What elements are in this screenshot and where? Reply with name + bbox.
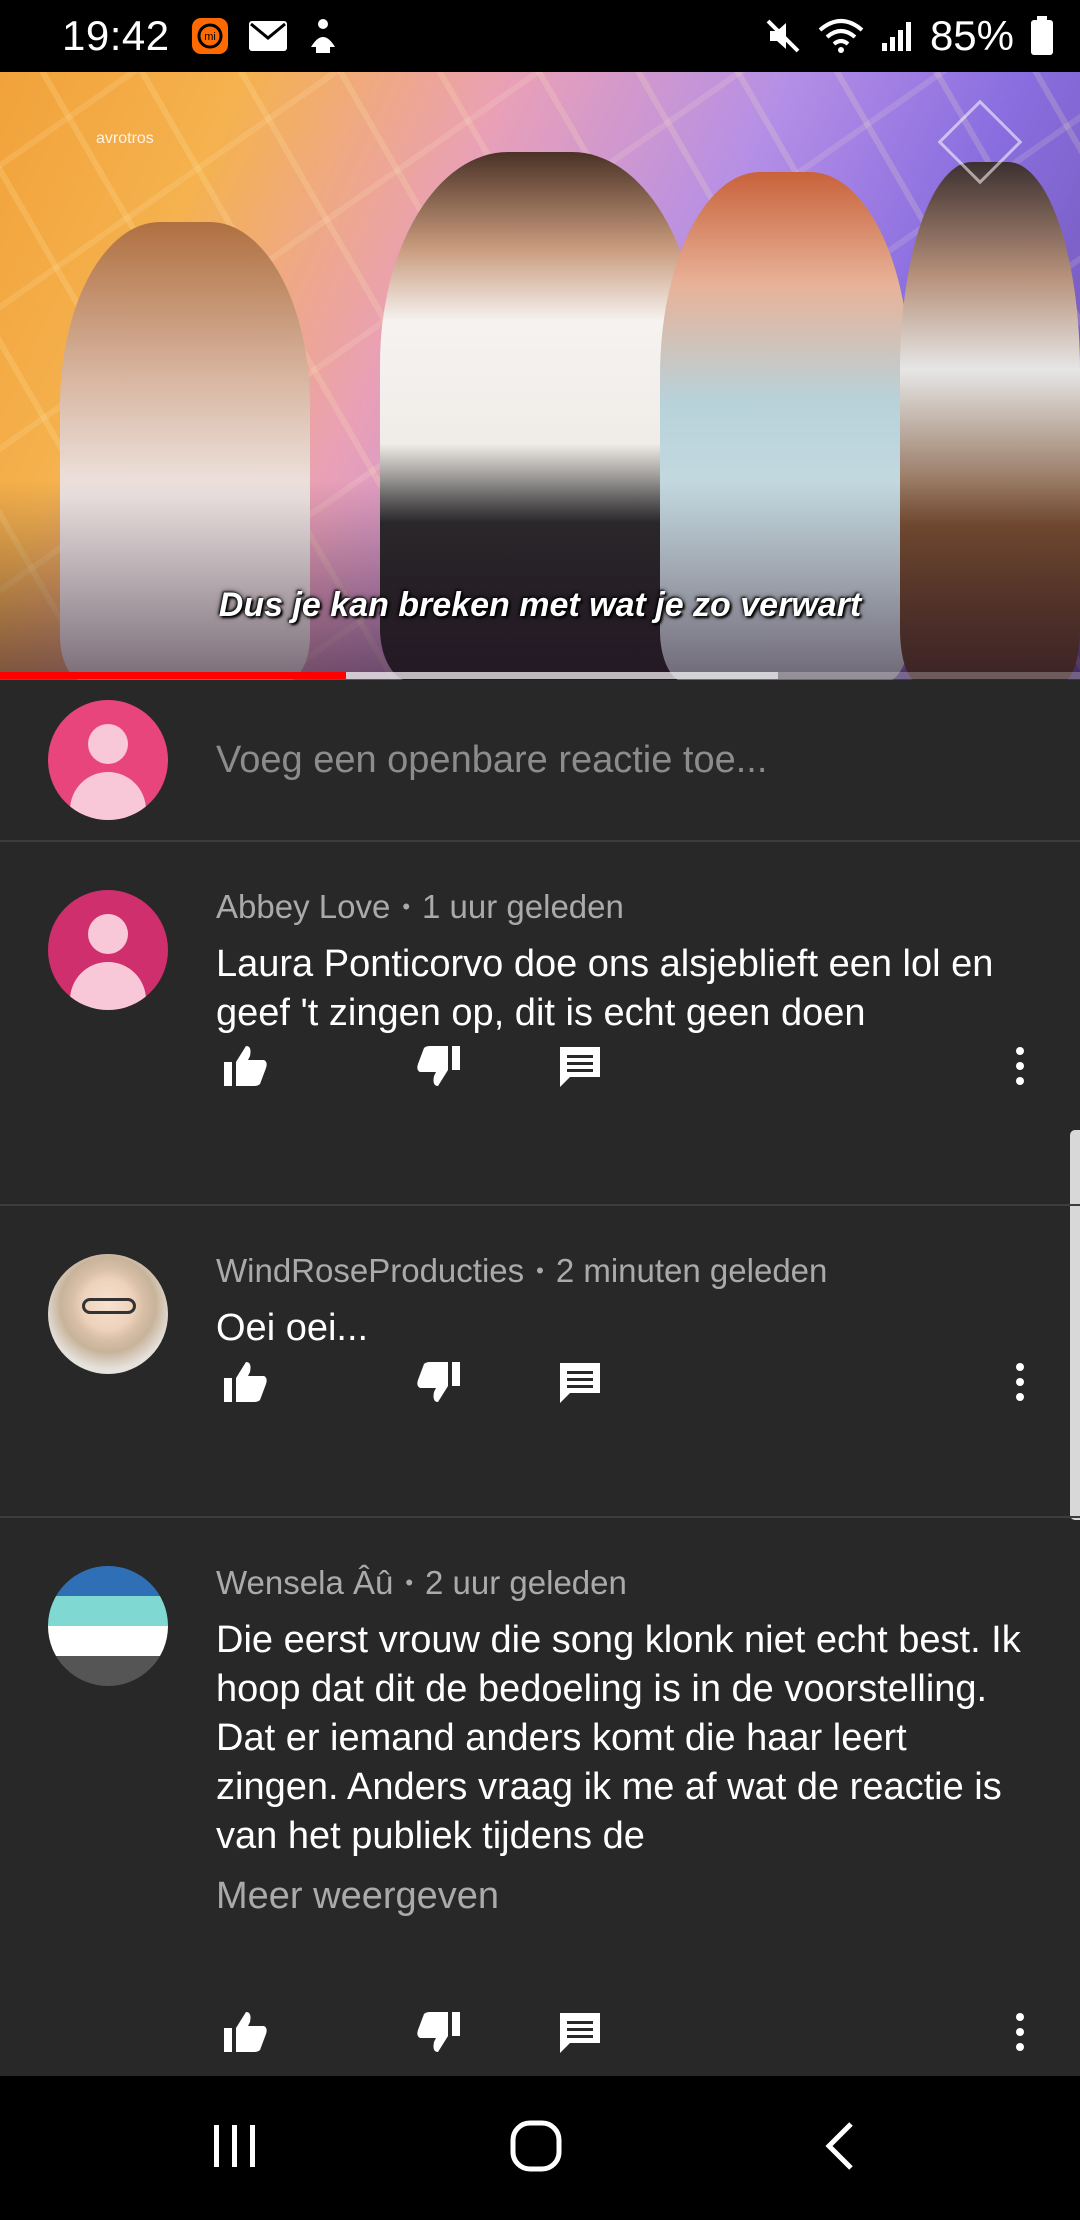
- dislike-icon: [414, 2010, 462, 2059]
- status-right: 85%: [764, 12, 1054, 60]
- avatar-head: [88, 914, 128, 954]
- comment-body: Abbey Love • 1 uur geleden Laura Pontico…: [216, 888, 1024, 1038]
- avatar-glasses: [82, 1298, 136, 1314]
- comment-author[interactable]: Abbey Love: [216, 888, 390, 926]
- more-icon: [1014, 1362, 1026, 1407]
- comment-text: Oei oei...: [216, 1307, 369, 1349]
- comment-meta: WindRoseProducties • 2 minuten geleden: [216, 1252, 1024, 1290]
- comment-body: WindRoseProducties • 2 minuten geleden O…: [216, 1252, 1024, 1353]
- comment-actions: [216, 1354, 1040, 1414]
- comment-body: Wensela Âû • 2 uur geleden Die eerst vro…: [216, 1564, 1024, 1918]
- stage-floor: [0, 480, 1080, 680]
- comment-actions: [216, 2004, 1040, 2064]
- broadcaster-logo: avrotros: [96, 130, 154, 147]
- home-icon: [509, 2119, 563, 2178]
- like-button[interactable]: [216, 1354, 276, 1414]
- reply-icon: [558, 1361, 602, 1408]
- like-button[interactable]: [216, 1038, 276, 1098]
- comment-text: Laura Ponticorvo doe ons alsjeblieft een…: [216, 943, 994, 1034]
- comment-item: Abbey Love • 1 uur geleden Laura Pontico…: [0, 842, 1080, 1206]
- dislike-icon: [414, 1360, 462, 1409]
- status-time: 19:42: [62, 12, 170, 59]
- comment-item: WindRoseProducties • 2 minuten geleden O…: [0, 1206, 1080, 1518]
- meta-separator: •: [536, 1258, 544, 1283]
- comment-item: Wensela Âû • 2 uur geleden Die eerst vro…: [0, 1518, 1080, 2076]
- more-icon: [1014, 2012, 1026, 2057]
- comment-time: 2 uur geleden: [425, 1564, 627, 1601]
- screen: 19:42 mi 85% avrotros Dus je kan breken …: [0, 0, 1080, 2220]
- like-icon: [222, 1044, 270, 1093]
- status-bar: 19:42 mi 85%: [0, 0, 1080, 72]
- avatar-head: [88, 724, 128, 764]
- avatar-body: [70, 962, 146, 1010]
- accessibility-icon: [306, 17, 340, 55]
- current-user-avatar: [48, 700, 168, 820]
- more-options-button[interactable]: [1000, 1038, 1040, 1098]
- home-button[interactable]: [466, 2076, 606, 2220]
- battery-percentage: 85%: [929, 12, 1014, 59]
- more-options-button[interactable]: [1000, 1354, 1040, 1414]
- back-button[interactable]: [770, 2076, 910, 2220]
- recents-icon: [210, 2121, 260, 2176]
- comment-text: Die eerst vrouw die song klonk niet echt…: [216, 1619, 1021, 1857]
- dislike-button[interactable]: [408, 1038, 468, 1098]
- dislike-button[interactable]: [408, 2004, 468, 2064]
- mail-icon: [248, 20, 288, 52]
- comment-time: 1 uur geleden: [422, 888, 624, 925]
- comment-author[interactable]: WindRoseProducties: [216, 1252, 524, 1290]
- avatar-body: [70, 772, 146, 820]
- reply-button[interactable]: [550, 2004, 610, 2064]
- comment-meta: Abbey Love • 1 uur geleden: [216, 888, 1024, 926]
- comment-author-avatar[interactable]: [48, 890, 168, 1010]
- like-button[interactable]: [216, 2004, 276, 2064]
- status-left-icons: mi: [190, 16, 340, 56]
- comments-section: Voeg een openbare reactie toe... Abbey L…: [0, 680, 1080, 2076]
- comment-author-avatar[interactable]: [48, 1254, 168, 1374]
- navigation-bar: [0, 2076, 1080, 2220]
- back-icon: [823, 2120, 857, 2177]
- meta-separator: •: [405, 1570, 414, 1595]
- video-subtitle: Dus je kan breken met wat je zo verwart: [218, 586, 862, 624]
- mute-icon: [764, 17, 802, 55]
- more-options-button[interactable]: [1000, 2004, 1040, 2064]
- comment-meta: Wensela Âû • 2 uur geleden: [216, 1564, 1024, 1602]
- add-comment-row[interactable]: Voeg een openbare reactie toe...: [0, 680, 1080, 842]
- comment-time: 2 minuten geleden: [555, 1252, 828, 1289]
- comment-actions: [216, 1038, 1040, 1098]
- reply-button[interactable]: [550, 1038, 610, 1098]
- signal-icon: [880, 19, 914, 53]
- reply-button[interactable]: [550, 1354, 610, 1414]
- battery-icon: [1030, 16, 1054, 56]
- like-icon: [222, 1360, 270, 1409]
- show-more-link[interactable]: Meer weergeven: [216, 1875, 1024, 1918]
- dislike-icon: [414, 1044, 462, 1093]
- comment-author[interactable]: Wensela Âû: [216, 1564, 393, 1602]
- video-progress-bar[interactable]: [0, 672, 1080, 679]
- progress-played: [0, 672, 346, 679]
- add-comment-input[interactable]: Voeg een openbare reactie toe...: [216, 739, 767, 782]
- more-icon: [1014, 1046, 1026, 1091]
- reply-icon: [558, 1045, 602, 1092]
- wifi-icon: [818, 18, 864, 54]
- svg-text:mi: mi: [204, 31, 216, 43]
- meta-separator: •: [402, 894, 411, 919]
- app-notification-icon: mi: [190, 16, 230, 56]
- recent-apps-button[interactable]: [165, 2076, 305, 2220]
- video-player[interactable]: avrotros Dus je kan breken met wat je zo…: [0, 72, 1080, 680]
- reply-icon: [558, 2011, 602, 2058]
- dislike-button[interactable]: [408, 1354, 468, 1414]
- like-icon: [222, 2010, 270, 2059]
- comment-author-avatar[interactable]: [48, 1566, 168, 1686]
